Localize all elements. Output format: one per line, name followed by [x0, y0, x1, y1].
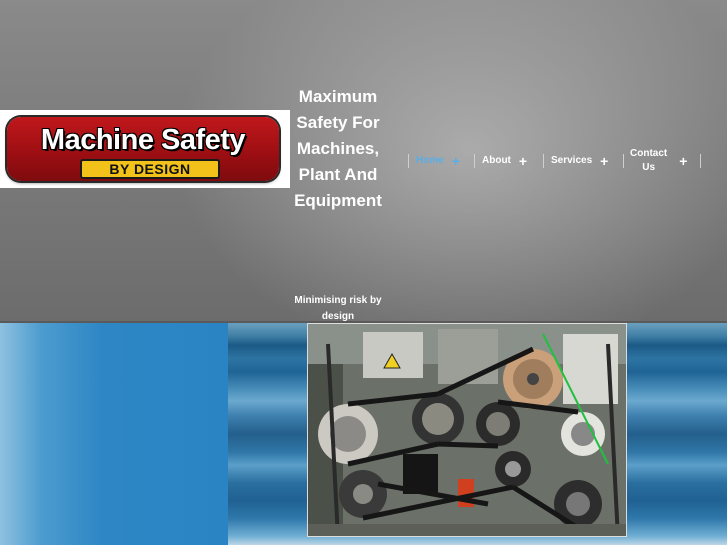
tagline-line: Machines, — [296, 139, 380, 158]
nav-divider — [474, 154, 475, 168]
nav-divider — [623, 154, 624, 168]
subtag-line: Minimising risk by — [294, 295, 382, 306]
nav-divider — [408, 154, 409, 168]
tagline-line: Plant And — [298, 165, 378, 184]
nav-item-label-line: Contact — [630, 148, 668, 159]
plus-icon: + — [451, 153, 460, 169]
hero-left-panel — [0, 323, 228, 545]
nav-item-label-line: Us — [642, 162, 656, 173]
logo-title: Machine Safety — [40, 124, 246, 156]
site-header: Machine Safety BY DESIGN Maximum Safety … — [0, 0, 727, 323]
machinery-photo — [307, 323, 627, 537]
nav-item-label: Home — [416, 155, 444, 166]
main-nav: Home + About + Services + Contact Us + — [407, 146, 707, 176]
tagline-line: Equipment — [294, 191, 382, 210]
nav-divider — [543, 154, 544, 168]
plus-icon: + — [518, 153, 528, 169]
nav-item-contact[interactable]: Contact Us + — [630, 146, 687, 176]
plus-icon: + — [679, 153, 688, 169]
nav-item-label: Contact Us — [630, 147, 667, 175]
plus-icon: + — [600, 153, 609, 169]
nav-item-label: Services — [551, 155, 593, 166]
tagline-line: Maximum — [298, 87, 378, 106]
nav-item-about[interactable]: About + — [482, 146, 527, 176]
logo-badge: Machine Safety BY DESIGN — [7, 117, 279, 181]
site-subtagline: Minimising risk by design — [289, 293, 387, 325]
site-logo[interactable]: Machine Safety BY DESIGN — [0, 110, 290, 188]
tagline-line: Safety For — [296, 113, 380, 132]
nav-item-services[interactable]: Services + — [551, 146, 608, 176]
hero-section — [0, 323, 727, 545]
site-tagline: Maximum Safety For Machines, Plant And E… — [289, 84, 387, 214]
nav-divider — [700, 154, 701, 168]
logo-subtitle: BY DESIGN — [80, 159, 220, 179]
hero-right-panel — [228, 323, 727, 545]
nav-item-home[interactable]: Home + — [416, 146, 460, 176]
nav-item-label: About — [482, 155, 511, 166]
